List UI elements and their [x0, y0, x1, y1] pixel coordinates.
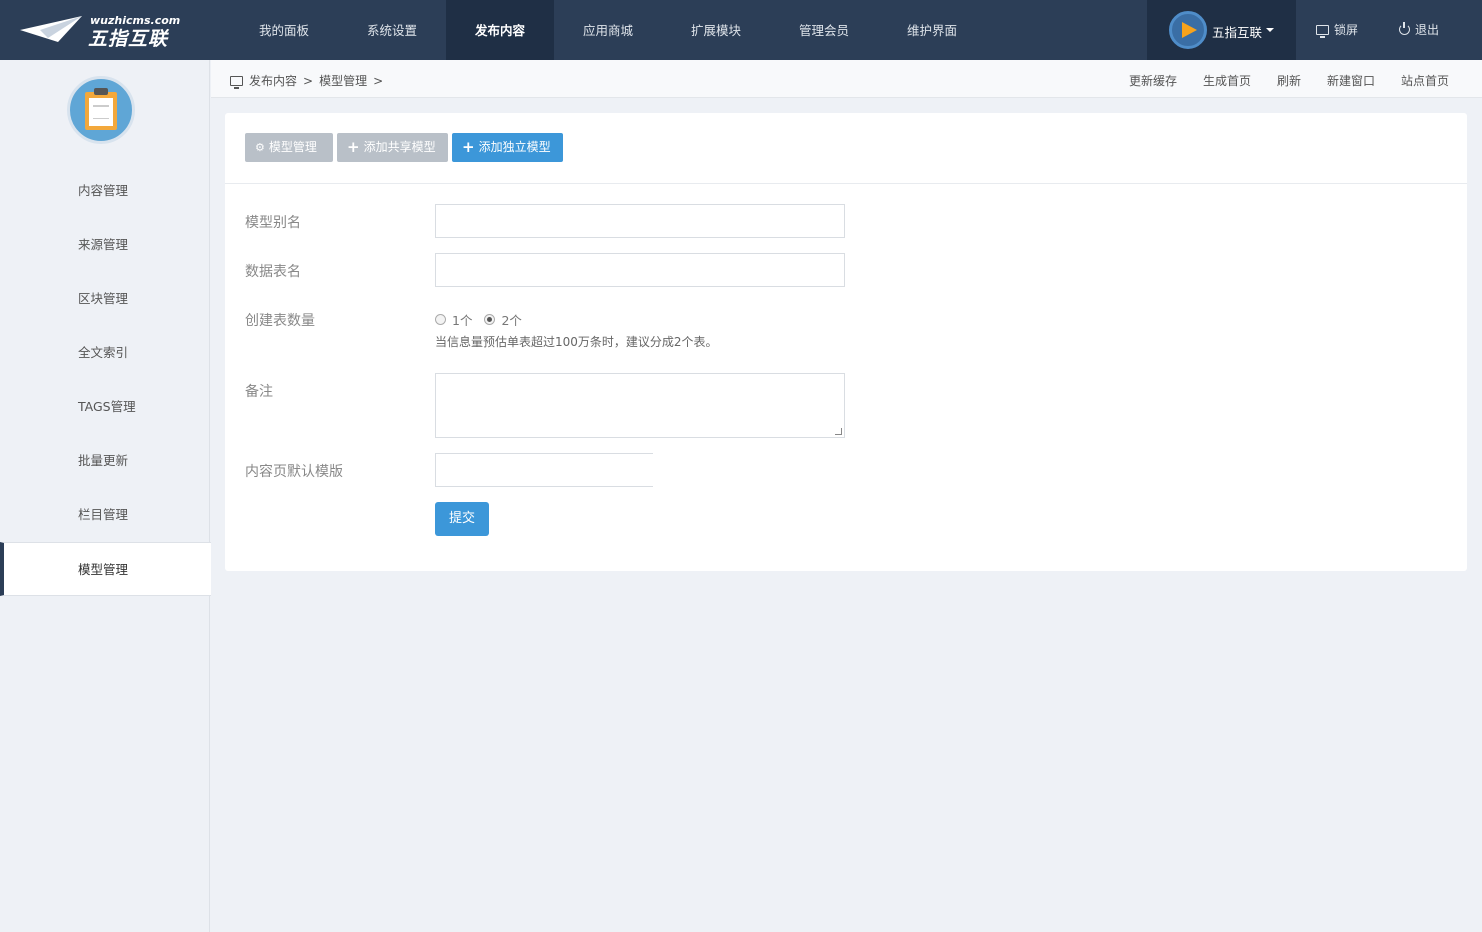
remark-label: 备注: [245, 384, 273, 400]
breadcrumb-bar: 发布内容 > 模型管理 > 更新缓存 生成首页 刷新 新建窗口 站点首页: [211, 60, 1482, 98]
table-count-option-1: 1个: [452, 313, 473, 328]
table-count-hint: 当信息量预估单表超过100万条时，建议分成2个表。: [435, 335, 718, 349]
refresh-link[interactable]: 刷新: [1277, 72, 1301, 89]
table-name-label: 数据表名: [245, 264, 301, 280]
table-count-radio-1[interactable]: [435, 314, 446, 325]
remark-textarea[interactable]: [435, 373, 845, 438]
new-window-link[interactable]: 新建窗口: [1327, 72, 1375, 89]
table-count-option-2: 2个: [501, 313, 522, 328]
paper-plane-logo-icon: [20, 16, 82, 42]
user-menu[interactable]: 五指互联: [1147, 0, 1296, 60]
sidebar-item-fulltext[interactable]: 全文索引: [0, 326, 210, 380]
power-icon: [1399, 22, 1410, 35]
sidebar-item-model[interactable]: 模型管理: [0, 542, 211, 596]
resize-handle-icon[interactable]: [835, 428, 842, 435]
default-template-label: 内容页默认模版: [245, 464, 343, 480]
gears-icon: ⚙: [255, 141, 265, 154]
add-independent-model-label: 添加独立模型: [478, 140, 551, 154]
logout-button[interactable]: 退出: [1399, 21, 1439, 38]
logout-label: 退出: [1415, 23, 1440, 37]
add-shared-model-label: 添加共享模型: [363, 140, 436, 154]
monitor-icon: [1316, 24, 1329, 38]
top-navbar: wuzhicms.com 五指互联 我的面板 系统设置 发布内容 应用商城 扩展…: [0, 0, 1482, 60]
chevron-down-icon: [1266, 28, 1274, 32]
monitor-icon: [230, 75, 243, 89]
table-count-radio-2[interactable]: [484, 314, 496, 325]
breadcrumb-publish[interactable]: 发布内容: [249, 72, 297, 89]
sidebar-item-content[interactable]: 内容管理: [0, 164, 210, 218]
content-panel: ⚙ 模型管理 + 添加共享模型 + 添加独立模型 模型别名 数据表名 创建表数量…: [225, 113, 1467, 571]
sidebar-menu: 内容管理 来源管理 区块管理 全文索引 TAGS管理 批量更新 栏目管理 模型管…: [0, 164, 211, 596]
submit-button[interactable]: 提交: [435, 502, 489, 536]
default-template-select[interactable]: [435, 453, 653, 487]
sidebar: 内容管理 来源管理 区块管理 全文索引 TAGS管理 批量更新 栏目管理 模型管…: [0, 60, 211, 932]
brand-name: 五指互联: [88, 28, 169, 50]
sidebar-item-source[interactable]: 来源管理: [0, 218, 210, 272]
plus-icon: +: [347, 138, 360, 156]
model-alias-input[interactable]: [435, 204, 845, 238]
model-alias-label: 模型别名: [245, 215, 301, 231]
add-independent-model-button[interactable]: + 添加独立模型: [452, 133, 563, 162]
sidebar-item-block[interactable]: 区块管理: [0, 272, 210, 326]
panel-toolbar: ⚙ 模型管理 + 添加共享模型 + 添加独立模型: [225, 113, 1467, 184]
nav-members[interactable]: 管理会员: [770, 0, 878, 60]
nav-maintenance[interactable]: 维护界面: [878, 0, 986, 60]
nav-system-settings[interactable]: 系统设置: [338, 0, 446, 60]
table-count-radio-group: 1个 2个: [435, 310, 522, 329]
update-cache-link[interactable]: 更新缓存: [1129, 72, 1177, 89]
breadcrumb-separator: >: [303, 73, 314, 88]
nav-extensions[interactable]: 扩展模块: [662, 0, 770, 60]
sidebar-item-batch-update[interactable]: 批量更新: [0, 434, 210, 488]
user-name: 五指互联: [1212, 25, 1263, 40]
add-shared-model-button[interactable]: + 添加共享模型: [337, 133, 448, 162]
brand-logo[interactable]: wuzhicms.com 五指互联: [18, 10, 180, 50]
sidebar-item-category[interactable]: 栏目管理: [0, 488, 210, 542]
clipboard-icon: [67, 76, 135, 144]
site-home-link[interactable]: 站点首页: [1401, 72, 1449, 89]
breadcrumb-separator: >: [373, 73, 384, 88]
nav-publish-content[interactable]: 发布内容: [446, 0, 554, 60]
table-count-label: 创建表数量: [245, 313, 315, 329]
table-name-input[interactable]: [435, 253, 845, 287]
breadcrumb-model[interactable]: 模型管理: [319, 72, 367, 89]
sidebar-item-tags[interactable]: TAGS管理: [0, 380, 210, 434]
lock-screen-button[interactable]: 锁屏: [1316, 21, 1358, 38]
nav-app-store[interactable]: 应用商城: [554, 0, 662, 60]
breadcrumb: 发布内容 > 模型管理 >: [230, 72, 383, 89]
model-manage-button[interactable]: ⚙ 模型管理: [245, 133, 333, 162]
generate-home-link[interactable]: 生成首页: [1203, 72, 1251, 89]
main-nav: 我的面板 系统设置 发布内容 应用商城 扩展模块 管理会员 维护界面: [230, 0, 986, 60]
lock-screen-label: 锁屏: [1334, 23, 1359, 37]
nav-dashboard[interactable]: 我的面板: [230, 0, 338, 60]
plus-icon: +: [462, 138, 475, 156]
avatar: [1169, 11, 1207, 49]
model-manage-label: 模型管理: [268, 140, 317, 154]
